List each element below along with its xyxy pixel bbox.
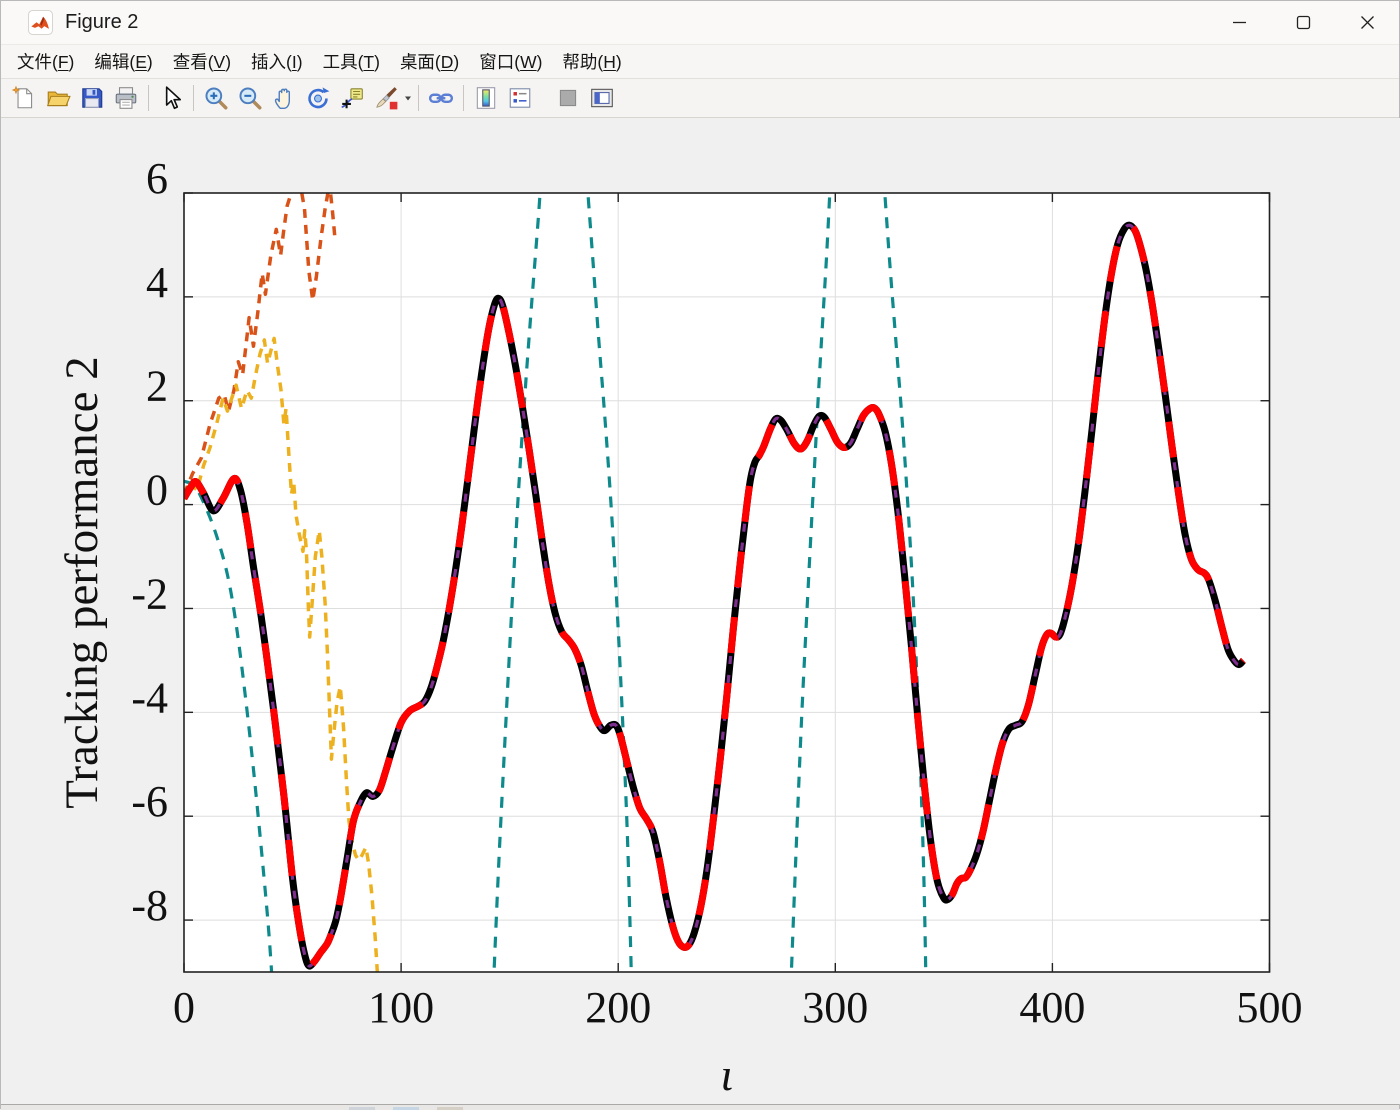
minimize-icon (1232, 15, 1247, 30)
rotate-3d-button[interactable] (301, 82, 335, 114)
maximize-button[interactable] (1271, 1, 1335, 44)
insert-legend-icon (507, 85, 533, 111)
x-tick-label: 200 (585, 983, 651, 1032)
hide-plot-tools-button[interactable] (551, 82, 585, 114)
y-tick-label: -4 (131, 673, 168, 722)
menu-tools[interactable]: 工具(T) (313, 45, 390, 78)
pan-icon (271, 85, 297, 111)
zoom-in-icon (203, 85, 229, 111)
pointer-button[interactable] (154, 82, 188, 114)
toolbar-separator (193, 85, 194, 111)
menu-bar: 文件(F) 编辑(E) 查看(V) 插入(I) 工具(T) 桌面(D) 窗口(W… (1, 45, 1399, 79)
y-axis-label: Tracking performance 2 (56, 356, 108, 808)
y-tick-label: 2 (146, 362, 168, 411)
save-figure-button[interactable] (75, 82, 109, 114)
new-figure-icon (11, 85, 37, 111)
window-title: Figure 2 (65, 11, 138, 34)
menu-view[interactable]: 查看(V) (163, 45, 241, 78)
y-tick-label: 0 (146, 466, 168, 515)
data-cursor-icon (339, 85, 365, 111)
zoom-out-icon (237, 85, 263, 111)
maximize-icon (1296, 15, 1311, 30)
show-plot-tools-button[interactable] (585, 82, 619, 114)
y-tick-label: 4 (146, 258, 168, 307)
rotate-3d-icon (305, 85, 331, 111)
dropdown-caret-icon (403, 86, 413, 110)
matlab-logo-icon (28, 10, 53, 35)
insert-colorbar-button[interactable] (469, 82, 503, 114)
y-tick-label: -8 (131, 881, 168, 930)
insert-legend-button[interactable] (503, 82, 537, 114)
hide-plot-tools-icon (555, 85, 581, 111)
x-tick-label: 300 (802, 983, 868, 1032)
y-tick-label: -6 (131, 777, 168, 826)
menu-insert[interactable]: 插入(I) (241, 45, 313, 78)
menu-edit[interactable]: 编辑(E) (84, 45, 162, 78)
x-tick-label: 400 (1019, 983, 1085, 1032)
menu-help[interactable]: 帮助(H) (552, 45, 631, 78)
x-tick-label: 500 (1237, 983, 1303, 1032)
toolbar-separator (463, 85, 464, 111)
link-plots-icon (428, 85, 454, 111)
open-file-button[interactable] (41, 82, 75, 114)
brush-button[interactable] (369, 82, 403, 114)
minimize-button[interactable] (1207, 1, 1271, 44)
x-axis-label: ι (720, 1049, 733, 1100)
close-icon (1360, 15, 1375, 30)
pan-button[interactable] (267, 82, 301, 114)
open-file-icon (45, 85, 71, 111)
y-tick-label: -2 (131, 569, 168, 618)
toolbar (1, 79, 1399, 118)
print-figure-icon (113, 85, 139, 111)
toolbar-separator (418, 85, 419, 111)
window-controls (1207, 1, 1399, 44)
zoom-out-button[interactable] (233, 82, 267, 114)
pointer-icon (158, 85, 184, 111)
brush-dropdown-caret[interactable] (403, 82, 413, 114)
insert-colorbar-icon (473, 85, 499, 111)
show-plot-tools-icon (589, 85, 615, 111)
print-figure-button[interactable] (109, 82, 143, 114)
zoom-in-button[interactable] (199, 82, 233, 114)
menu-window[interactable]: 窗口(W) (469, 45, 552, 78)
toolbar-separator (148, 85, 149, 111)
figure-canvas: 0 100 200 300 400 500 -8 -6 -4 -2 0 2 4 6 Tracking per… (1, 118, 1400, 1104)
menu-desktop[interactable]: 桌面(D) (390, 45, 469, 78)
menu-file[interactable]: 文件(F) (7, 45, 84, 78)
link-plots-button[interactable] (424, 82, 458, 114)
x-tick-label: 0 (173, 983, 195, 1032)
data-cursor-button[interactable] (335, 82, 369, 114)
figure-window: Figure 2 文件(F) 编辑(E) 查看(V) 插入(I) 工具(T) 桌… (0, 0, 1400, 1109)
x-tick-label: 100 (368, 983, 434, 1032)
taskbar-strip (1, 1104, 1399, 1110)
figure-area: 0 100 200 300 400 500 -8 -6 -4 -2 0 2 4 6 Tracking per… (1, 118, 1400, 1104)
close-button[interactable] (1335, 1, 1399, 44)
save-figure-icon (79, 85, 105, 111)
y-tick-label: 6 (146, 154, 168, 203)
title-bar: Figure 2 (1, 1, 1399, 45)
brush-icon (373, 85, 399, 111)
new-figure-button[interactable] (7, 82, 41, 114)
